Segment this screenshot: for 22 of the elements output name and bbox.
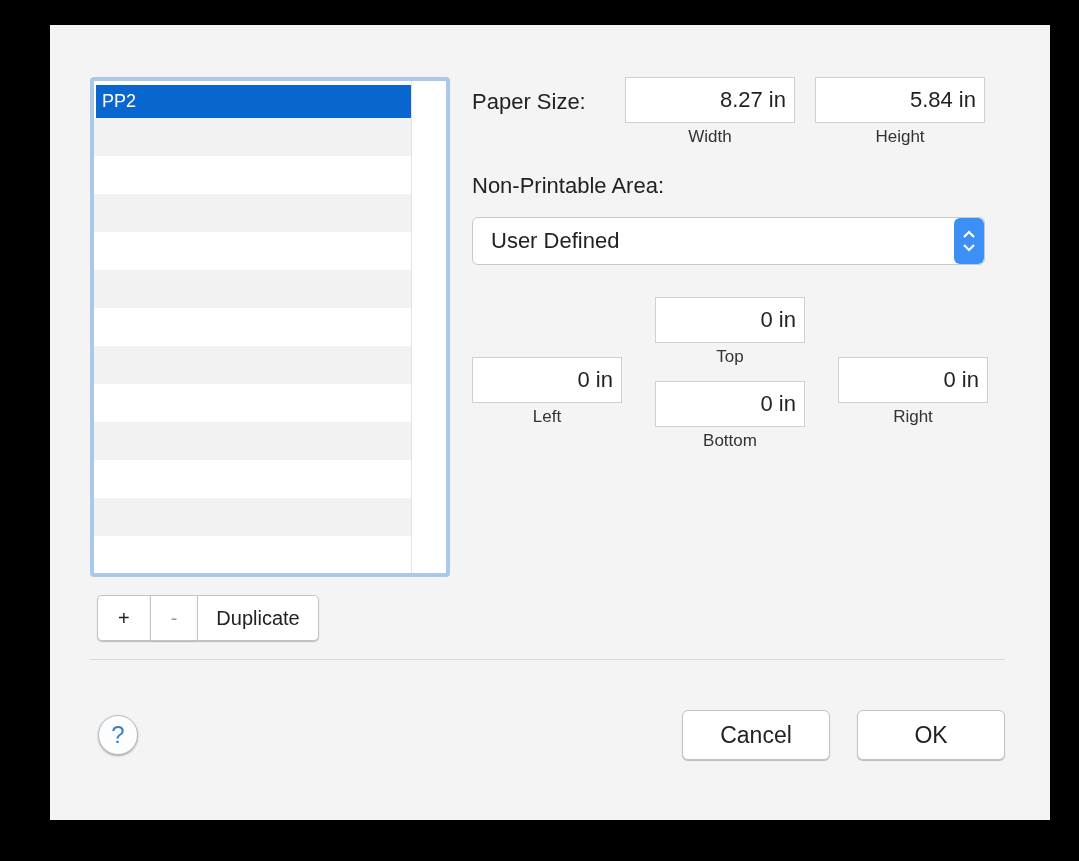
bottom-caption: Bottom bbox=[703, 431, 757, 451]
dialog-button[interactable]: Cancel bbox=[682, 710, 830, 760]
top-caption: Top bbox=[716, 347, 744, 367]
left-caption: Left bbox=[532, 407, 562, 427]
help-button[interactable]: ? bbox=[98, 715, 138, 755]
right-caption: Right bbox=[893, 407, 933, 427]
area-popup[interactable]: User Defined bbox=[472, 217, 985, 265]
up-down-arrows-icon bbox=[954, 218, 984, 264]
left-field[interactable]: 0 in bbox=[472, 357, 622, 403]
list-button[interactable]: Duplicate bbox=[197, 595, 319, 641]
width-field[interactable]: 8.27 in bbox=[625, 77, 795, 123]
height-caption: Height bbox=[875, 127, 925, 147]
right-field[interactable]: 0 in bbox=[838, 357, 988, 403]
list-button[interactable]: + bbox=[97, 595, 150, 641]
top-field[interactable]: 0 in bbox=[655, 297, 805, 343]
non-printable-area-label: Non-Printable Area: bbox=[472, 173, 665, 199]
dialog-button[interactable]: OK bbox=[857, 710, 1005, 760]
list-item[interactable]: PP2 bbox=[96, 85, 411, 118]
bottom-field[interactable]: 0 in bbox=[655, 381, 805, 427]
paper-size-label: Paper Size: bbox=[472, 89, 587, 115]
height-field[interactable]: 5.84 in bbox=[815, 77, 985, 123]
width-caption: Width bbox=[688, 127, 732, 147]
